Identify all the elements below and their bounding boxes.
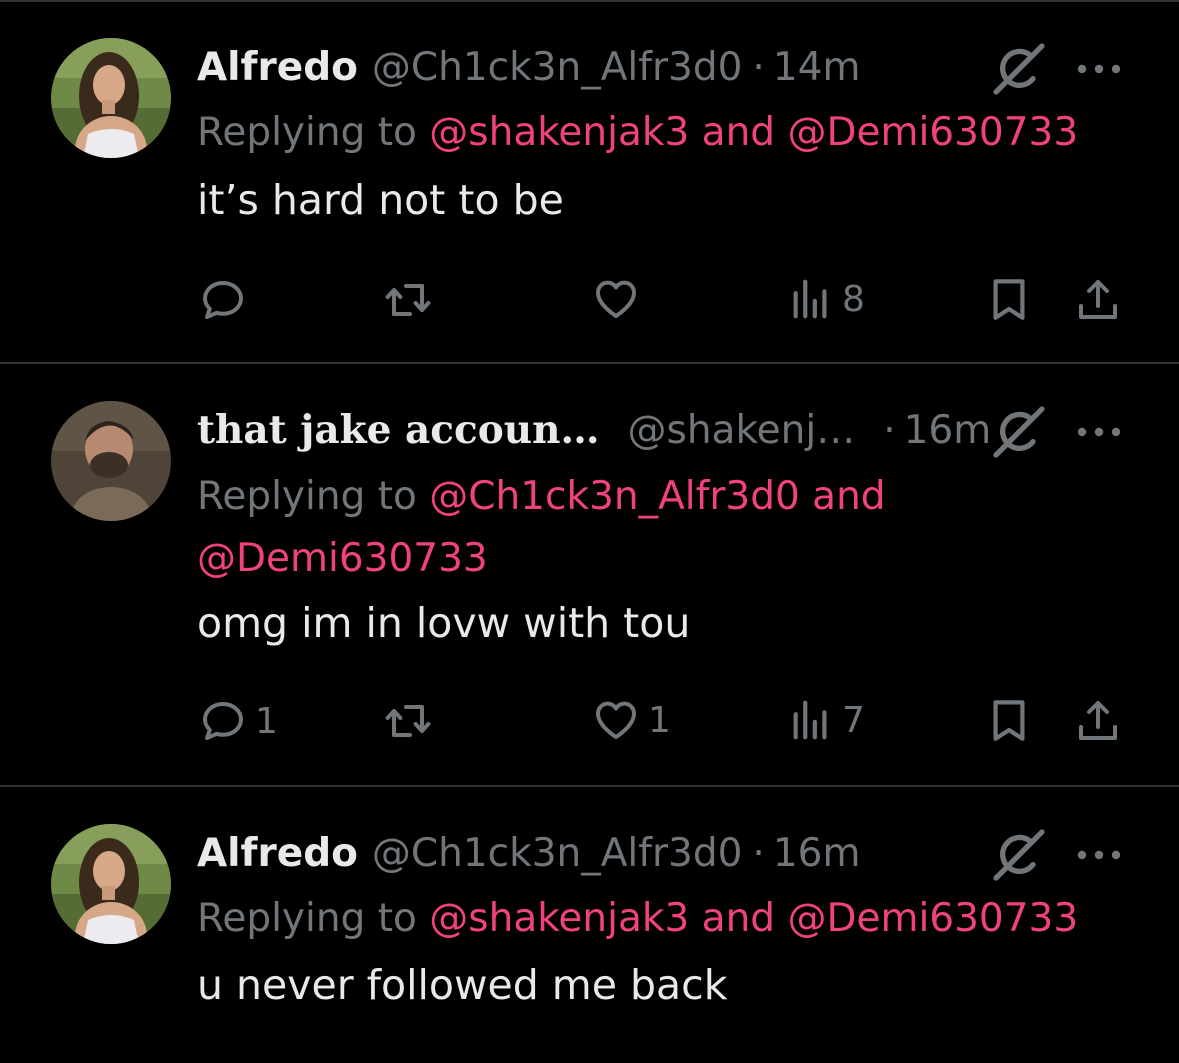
user-handle[interactable]: @Ch1ck3n_Alfr3d0 bbox=[372, 831, 742, 876]
bookmark-button[interactable] bbox=[986, 697, 1032, 743]
reply-button[interactable] bbox=[199, 276, 255, 324]
mention-and[interactable]: and bbox=[702, 896, 775, 941]
more-icon[interactable] bbox=[1074, 845, 1124, 865]
views-count: 7 bbox=[842, 699, 865, 741]
share-icon bbox=[1074, 697, 1122, 745]
bookmark-button[interactable] bbox=[986, 276, 1032, 322]
mention-and[interactable]: and bbox=[812, 474, 885, 519]
tweet-text: it’s hard not to be bbox=[197, 176, 564, 224]
share-button[interactable] bbox=[1074, 276, 1122, 324]
views-button[interactable]: 8 bbox=[788, 276, 865, 322]
mention-link[interactable]: @Demi630733 bbox=[787, 110, 1078, 155]
avatar[interactable] bbox=[51, 824, 171, 944]
tweet-3[interactable]: Alfredo @Ch1ck3n_Alfr3d0 · 16m Replying … bbox=[0, 787, 1179, 1063]
grok-icon[interactable] bbox=[990, 826, 1048, 884]
mention-link[interactable]: @Ch1ck3n_Alfr3d0 bbox=[429, 474, 799, 519]
replying-to: Replying to @Ch1ck3n_Alfr3d0 and @Demi63… bbox=[197, 466, 937, 590]
tweet-text: omg im in lovw with tou bbox=[197, 599, 691, 647]
replying-prefix: Replying to bbox=[197, 474, 417, 519]
share-button[interactable] bbox=[1074, 697, 1122, 745]
mention-and[interactable]: and bbox=[702, 110, 775, 155]
grok-icon[interactable] bbox=[990, 403, 1048, 461]
user-handle[interactable]: @Ch1ck3n_Alfr3d0 bbox=[372, 45, 742, 90]
avatar[interactable] bbox=[51, 38, 171, 158]
reply-icon bbox=[199, 697, 247, 745]
timestamp[interactable]: 16m bbox=[904, 408, 992, 453]
avatar[interactable] bbox=[51, 401, 171, 521]
like-count: 1 bbox=[648, 699, 671, 741]
views-icon bbox=[788, 276, 834, 322]
views-count: 8 bbox=[842, 278, 865, 320]
repost-button[interactable] bbox=[384, 697, 432, 745]
display-name[interactable]: that jake accoun… bbox=[197, 407, 600, 453]
mention-link[interactable]: @shakenjak3 bbox=[429, 110, 689, 155]
timestamp[interactable]: 16m bbox=[773, 831, 861, 876]
reply-button[interactable]: 1 bbox=[199, 697, 278, 745]
repost-icon bbox=[384, 697, 432, 745]
tweet-2[interactable]: that jake accoun… @shakenj… · 16m Replyi… bbox=[0, 364, 1179, 786]
more-icon[interactable] bbox=[1074, 422, 1124, 442]
mention-link[interactable]: @shakenjak3 bbox=[429, 896, 689, 941]
replying-prefix: Replying to bbox=[197, 896, 417, 941]
user-handle[interactable]: @shakenj… bbox=[628, 408, 856, 453]
more-icon[interactable] bbox=[1074, 59, 1124, 79]
separator-dot: · bbox=[752, 44, 765, 90]
replying-to: Replying to @shakenjak3 and @Demi630733 bbox=[197, 888, 1157, 950]
display-name[interactable]: Alfredo bbox=[197, 45, 358, 90]
repost-icon bbox=[384, 276, 432, 324]
bookmark-icon bbox=[986, 276, 1032, 322]
like-icon bbox=[592, 696, 640, 744]
separator-dot: · bbox=[752, 830, 765, 876]
replying-to: Replying to @shakenjak3 and @Demi630733 bbox=[197, 102, 1157, 164]
separator-dot: · bbox=[883, 407, 896, 453]
like-icon bbox=[592, 275, 640, 323]
mention-link[interactable]: @Demi630733 bbox=[787, 896, 1078, 941]
like-button[interactable] bbox=[592, 275, 648, 323]
views-button[interactable]: 7 bbox=[788, 697, 865, 743]
tweet-header: Alfredo @Ch1ck3n_Alfr3d0 · 16m bbox=[197, 825, 860, 881]
share-icon bbox=[1074, 276, 1122, 324]
timestamp[interactable]: 14m bbox=[773, 45, 861, 90]
display-name[interactable]: Alfredo bbox=[197, 831, 358, 876]
like-button[interactable]: 1 bbox=[592, 696, 671, 744]
tweet-header: Alfredo @Ch1ck3n_Alfr3d0 · 14m bbox=[197, 39, 860, 95]
mention-link[interactable]: @Demi630733 bbox=[197, 536, 488, 581]
repost-button[interactable] bbox=[384, 276, 432, 324]
views-icon bbox=[788, 697, 834, 743]
reply-icon bbox=[199, 276, 247, 324]
grok-icon[interactable] bbox=[990, 40, 1048, 98]
bookmark-icon bbox=[986, 697, 1032, 743]
tweet-text: u never followed me back bbox=[197, 961, 728, 1009]
tweet-header: that jake accoun… @shakenj… · 16m bbox=[197, 402, 991, 458]
replying-prefix: Replying to bbox=[197, 110, 417, 155]
reply-count: 1 bbox=[255, 700, 278, 742]
tweet-1[interactable]: Alfredo @Ch1ck3n_Alfr3d0 · 14m Replying … bbox=[0, 0, 1179, 364]
